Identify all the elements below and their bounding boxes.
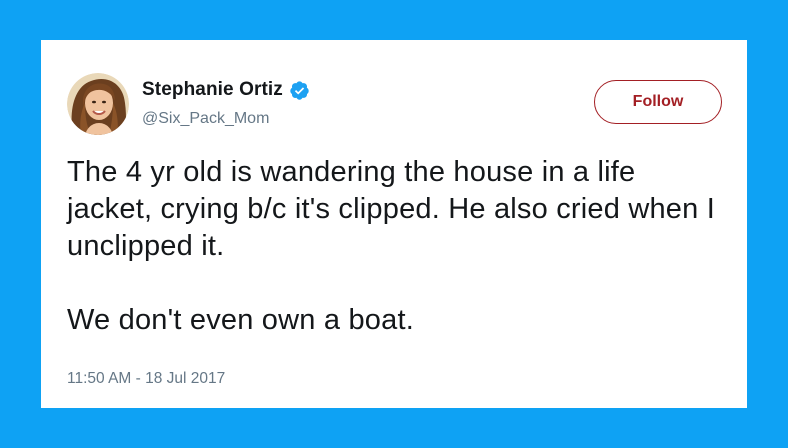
display-name[interactable]: Stephanie Ortiz	[142, 79, 283, 101]
avatar[interactable]	[67, 73, 129, 135]
follow-button[interactable]: Follow	[594, 80, 722, 124]
tweet-card: Stephanie Ortiz @Six_Pack_Mom Follow The…	[41, 40, 747, 408]
avatar-image	[67, 73, 129, 135]
author-handle[interactable]: @Six_Pack_Mom	[142, 110, 269, 128]
tweet-paragraph: We don't even own a boat.	[67, 304, 414, 336]
author-row: Stephanie Ortiz	[142, 78, 310, 102]
tweet-timestamp[interactable]: 11:50 AM - 18 Jul 2017	[67, 370, 225, 388]
tweet-paragraph: The 4 yr old is wandering the house in a…	[67, 156, 715, 262]
tweet-text: The 4 yr old is wandering the house in a…	[67, 154, 727, 339]
verified-badge-icon	[289, 80, 310, 101]
